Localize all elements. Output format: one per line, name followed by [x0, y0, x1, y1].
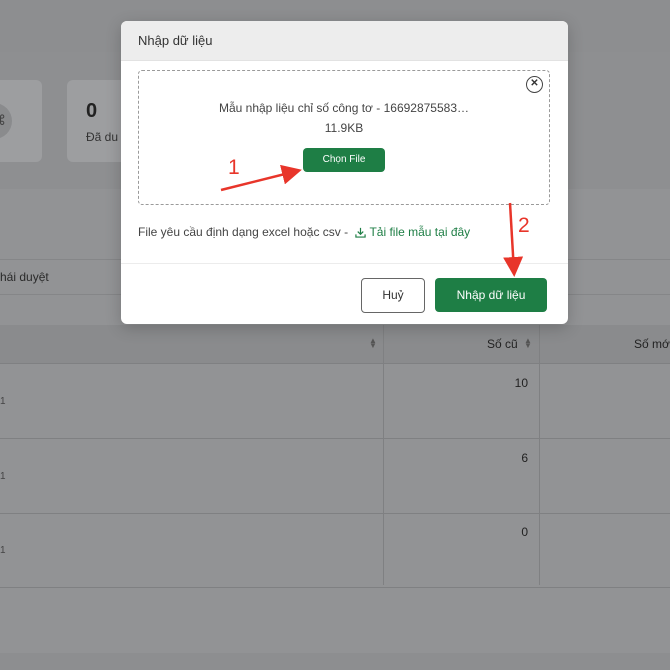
stat-card: ⌘	[0, 80, 42, 162]
hint-text: File yêu cầu định dạng excel hoặc csv -	[138, 225, 352, 239]
old-value-cell: 0	[521, 525, 528, 539]
table-row: 1 10	[0, 364, 670, 439]
file-size: 11.9KB	[324, 121, 364, 135]
import-dialog: Nhập dữ liệu ✕ Mẫu nhập liệu chỉ số công…	[121, 21, 568, 324]
import-data-button[interactable]: Nhập dữ liệu	[435, 278, 547, 312]
row-id: 1	[0, 545, 6, 556]
download-template-label[interactable]: Tải file mẫu tại đây	[369, 225, 470, 239]
old-value-cell: 6	[521, 451, 528, 465]
stat-label: Đã du	[86, 130, 119, 144]
footer-divider	[121, 263, 568, 264]
file-dropzone[interactable]: ✕ Mẫu nhập liệu chỉ số công tơ - 1669287…	[138, 70, 550, 205]
status-filter-label[interactable]: hái duyệt	[0, 270, 49, 284]
download-template-link[interactable]: Tải file mẫu tại đây	[355, 225, 470, 239]
file-name: Mẫu nhập liệu chỉ số công tơ - 166928755…	[218, 101, 470, 115]
table-row: 1 0	[0, 513, 670, 588]
dialog-title: Nhập dữ liệu	[138, 33, 213, 48]
table-header: ▲ ▼ Số cũ ▲ ▼ Số mớ	[0, 325, 670, 364]
column-header-old[interactable]: Số cũ	[487, 337, 518, 351]
annotation-label-2: 2	[518, 214, 530, 237]
sort-icon[interactable]: ▲ ▼	[369, 337, 377, 350]
close-circle-icon[interactable]: ✕	[526, 76, 543, 93]
old-value-cell: 10	[514, 376, 528, 390]
page-footer	[0, 653, 670, 670]
stat-value: 0	[86, 100, 98, 122]
sort-icon[interactable]: ▲ ▼	[524, 337, 532, 350]
download-icon	[355, 227, 367, 238]
row-id: 1	[0, 471, 6, 482]
tag-icon: ⌘	[0, 103, 12, 139]
choose-file-button[interactable]: Chọn File	[303, 148, 385, 172]
row-id: 1	[0, 396, 6, 407]
format-hint: File yêu cầu định dạng excel hoặc csv - …	[138, 225, 470, 239]
dialog-header: Nhập dữ liệu	[121, 21, 568, 61]
table-row: 1 6	[0, 439, 670, 514]
annotation-label-1: 1	[228, 156, 240, 179]
column-header-new[interactable]: Số mớ	[634, 337, 670, 351]
cancel-button[interactable]: Huỷ	[361, 278, 425, 313]
